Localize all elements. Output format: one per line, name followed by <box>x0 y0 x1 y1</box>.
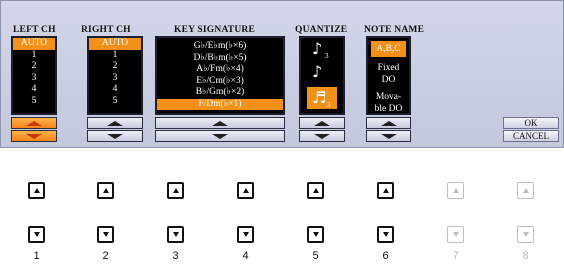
note-name-up-button[interactable] <box>366 117 411 129</box>
panel-button-3-up[interactable] <box>167 182 184 199</box>
arrow-down-icon <box>33 232 40 237</box>
quantize-down-button[interactable] <box>299 130 345 142</box>
panel-button-4-down[interactable] <box>237 226 254 243</box>
arrow-down-icon <box>314 133 330 139</box>
eighth-triplet-note-icon[interactable]: ♪ <box>312 39 322 58</box>
left-ch-item-auto[interactable]: AUTO <box>13 38 55 50</box>
left-ch-item-1[interactable]: 1 <box>13 50 55 62</box>
left-ch-down-button[interactable] <box>11 130 57 142</box>
arrow-up-icon <box>312 188 319 193</box>
arrow-down-icon <box>522 232 529 237</box>
key-signature-header: KEY SIGNATURE <box>174 25 255 35</box>
panel-button-6-down[interactable] <box>377 226 394 243</box>
right-ch-header: RIGHT CH <box>81 25 131 35</box>
arrow-up-icon <box>522 188 529 193</box>
left-ch-up-button[interactable] <box>11 117 57 129</box>
right-ch-item-3[interactable]: 3 <box>89 73 141 85</box>
right-ch-down-button[interactable] <box>87 130 143 142</box>
arrow-down-icon <box>172 232 179 237</box>
arrow-up-icon <box>107 120 123 126</box>
arrow-up-icon <box>242 188 249 193</box>
note-name-list[interactable]: A,B,C Fixed DO Mova- ble DO <box>366 36 411 115</box>
panel-button-8-down[interactable] <box>517 226 534 243</box>
key-signature-down-button[interactable] <box>155 130 285 142</box>
arrow-down-icon <box>242 232 249 237</box>
arrow-down-icon <box>312 232 319 237</box>
arrow-up-icon <box>33 188 40 193</box>
arrow-up-icon <box>26 120 42 126</box>
left-ch-item-4[interactable]: 4 <box>13 84 55 96</box>
arrow-up-icon <box>102 188 109 193</box>
panel-button-5-up[interactable] <box>307 182 324 199</box>
arrow-up-icon <box>382 188 389 193</box>
right-ch-item-auto[interactable]: AUTO <box>89 38 141 50</box>
left-ch-item-2[interactable]: 2 <box>13 61 55 73</box>
panel-button-number-5: 5 <box>312 250 319 262</box>
sixteenth-triplet-note-icon[interactable]: ♬ <box>312 88 326 107</box>
quantize-up-button[interactable] <box>299 117 345 129</box>
left-ch-header: LEFT CH <box>13 25 56 35</box>
key-signature-list[interactable]: G♭/E♭m(♭×6) D♭/B♭m(♭×5) A♭/Fm(♭×4) E♭/Cm… <box>155 36 285 115</box>
panel-button-number-7: 7 <box>452 250 459 262</box>
panel-button-7-down[interactable] <box>447 226 464 243</box>
right-ch-item-2[interactable]: 2 <box>89 61 141 73</box>
panel-button-8-up[interactable] <box>517 182 534 199</box>
panel-button-2-down[interactable] <box>97 226 114 243</box>
key-sig-item[interactable]: G♭/E♭m(♭×6) <box>157 41 283 53</box>
panel-button-7-up[interactable] <box>447 182 464 199</box>
right-ch-up-button[interactable] <box>87 117 143 129</box>
arrow-up-icon <box>452 188 459 193</box>
panel-button-6-up[interactable] <box>377 182 394 199</box>
arrow-up-icon <box>172 188 179 193</box>
dialog-panel: LEFT CH AUTO 1 2 3 4 5 RIGHT CH AUTO 1 2… <box>0 0 564 148</box>
arrow-up-icon <box>212 120 228 126</box>
key-sig-item[interactable]: E♭/Cm(♭×3) <box>157 76 283 88</box>
note-name-header: NOTE NAME <box>364 25 425 35</box>
left-ch-list[interactable]: AUTO 1 2 3 4 5 <box>11 36 57 115</box>
note-name-down-button[interactable] <box>366 130 411 142</box>
key-sig-item[interactable]: D♭/B♭m(♭×5) <box>157 53 283 65</box>
key-sig-item[interactable]: B♭/Gm(♭×2) <box>157 87 283 99</box>
panel-button-2-up[interactable] <box>97 182 114 199</box>
arrow-down-icon <box>107 133 123 139</box>
key-sig-item[interactable]: A♭/Fm(♭×4) <box>157 64 283 76</box>
arrow-up-icon <box>314 120 330 126</box>
panel-button-3-down[interactable] <box>167 226 184 243</box>
right-ch-item-4[interactable]: 4 <box>89 84 141 96</box>
key-sig-item-selected[interactable]: F/Dm(♭×1) <box>157 98 283 110</box>
quantize-header: QUANTIZE <box>295 25 348 35</box>
panel-button-number-8: 8 <box>522 250 529 262</box>
panel-button-number-3: 3 <box>172 250 179 262</box>
cancel-button[interactable]: CANCEL <box>503 130 559 142</box>
note-name-item-fixed-do[interactable]: Fixed DO <box>368 63 409 86</box>
quantize-list[interactable]: ♪ 3 ♪ ♬ 3 <box>299 36 345 115</box>
arrow-down-icon <box>382 232 389 237</box>
left-ch-item-3[interactable]: 3 <box>13 73 55 85</box>
key-signature-up-button[interactable] <box>155 117 285 129</box>
right-ch-list[interactable]: AUTO 1 2 3 4 5 <box>87 36 143 115</box>
note-name-item-abc[interactable]: A,B,C <box>371 41 406 57</box>
panel-button-number-4: 4 <box>242 250 249 262</box>
panel-button-1-down[interactable] <box>28 226 45 243</box>
left-ch-item-5[interactable]: 5 <box>13 96 55 108</box>
arrow-down-icon <box>26 133 42 139</box>
ok-button[interactable]: OK <box>503 117 559 129</box>
arrow-down-icon <box>452 232 459 237</box>
panel-button-number-1: 1 <box>33 250 40 262</box>
note-name-item-movable-do[interactable]: Mova- ble DO <box>368 92 409 115</box>
arrow-down-icon <box>102 232 109 237</box>
right-ch-item-5[interactable]: 5 <box>89 96 141 108</box>
panel-button-5-down[interactable] <box>307 226 324 243</box>
right-ch-item-1[interactable]: 1 <box>89 50 141 62</box>
panel-button-number-6: 6 <box>382 250 389 262</box>
panel-button-1-up[interactable] <box>28 182 45 199</box>
arrow-down-icon <box>212 133 228 139</box>
arrow-up-icon <box>380 120 397 126</box>
triplet-label: 3 <box>325 52 329 60</box>
triplet-label: 3 <box>327 101 331 109</box>
arrow-down-icon <box>380 133 397 139</box>
panel-button-4-up[interactable] <box>237 182 254 199</box>
panel-button-number-2: 2 <box>102 250 109 262</box>
sixteenth-note-icon[interactable]: ♪ <box>312 62 322 81</box>
